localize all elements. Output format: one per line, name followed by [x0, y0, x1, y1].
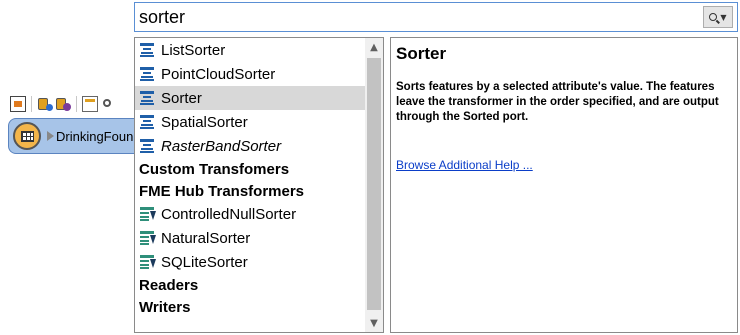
results-list: ListSorter PointCloudSorter Sorter Spati…: [135, 38, 366, 318]
list-item-label: RasterBandSorter: [161, 137, 282, 155]
search-options-button[interactable]: ▼: [703, 6, 733, 28]
list-item-label: SQLiteSorter: [161, 253, 248, 271]
feature-type-icon[interactable]: [55, 96, 71, 112]
canvas-toolbar: [10, 94, 134, 114]
inspect-icon[interactable]: [100, 96, 116, 112]
hub-sorter-icon: [139, 254, 156, 270]
quick-add-search: ▼: [134, 2, 738, 32]
browse-help-link[interactable]: Browse Additional Help ...: [396, 158, 533, 172]
chevron-down-icon: ▼: [720, 12, 727, 22]
scroll-up-icon[interactable]: ▲: [365, 38, 383, 56]
list-item-controllednullsorter[interactable]: ControlledNullSorter: [135, 202, 366, 226]
list-item-sqlitesorter[interactable]: SQLiteSorter: [135, 250, 366, 274]
reader-table-icon: [13, 122, 41, 150]
search-input[interactable]: [135, 3, 699, 31]
reader-config-icon[interactable]: [37, 96, 53, 112]
expand-arrow-icon[interactable]: [47, 131, 54, 141]
list-item-label: ControlledNullSorter: [161, 205, 297, 223]
list-item-pointcloudsorter[interactable]: PointCloudSorter: [135, 62, 366, 86]
sorter-icon: [139, 114, 155, 130]
help-description: Sorts features by a selected attribute's…: [396, 81, 719, 123]
list-item-sorter[interactable]: Sorter: [135, 86, 366, 110]
scroll-thumb[interactable]: [367, 58, 381, 310]
hub-sorter-icon: [139, 206, 156, 222]
list-item-label: SpatialSorter: [161, 113, 248, 131]
sorter-icon: [139, 66, 155, 82]
list-item-naturalsorter[interactable]: NaturalSorter: [135, 226, 366, 250]
section-header-custom-transformers[interactable]: Custom Transfomers: [135, 158, 366, 180]
results-list-panel: ListSorter PointCloudSorter Sorter Spati…: [134, 37, 384, 333]
section-header-writers[interactable]: Writers: [135, 296, 366, 318]
sorter-icon: [139, 138, 155, 154]
toolbar-separator: [31, 96, 32, 112]
toolbar-separator: [76, 96, 77, 112]
list-item-listsorter[interactable]: ListSorter: [135, 38, 366, 62]
add-reader-icon[interactable]: [10, 96, 26, 112]
section-header-fme-hub[interactable]: FME Hub Transformers: [135, 180, 366, 202]
node-label: DrinkingFoun: [56, 128, 134, 144]
hub-sorter-icon: [139, 230, 156, 246]
sorter-icon: [139, 42, 155, 58]
list-item-label: Sorter: [161, 89, 202, 107]
table-icon[interactable]: [82, 96, 98, 112]
search-icon: [709, 13, 718, 21]
list-item-label: ListSorter: [161, 41, 226, 59]
help-title: Sorter: [396, 44, 447, 63]
help-panel: Sorter Sorts features by a selected attr…: [390, 37, 738, 333]
sorter-icon: [139, 90, 155, 106]
list-item-label: PointCloudSorter: [161, 65, 276, 83]
section-header-readers[interactable]: Readers: [135, 274, 366, 296]
list-item-label: NaturalSorter: [161, 229, 251, 247]
scroll-down-icon[interactable]: ▼: [365, 314, 383, 332]
reader-feature-type-node[interactable]: DrinkingFoun: [8, 118, 134, 154]
results-scrollbar[interactable]: ▲ ▼: [365, 38, 383, 332]
list-item-rasterbandsorter[interactable]: RasterBandSorter: [135, 134, 366, 158]
list-item-spatialsorter[interactable]: SpatialSorter: [135, 110, 366, 134]
